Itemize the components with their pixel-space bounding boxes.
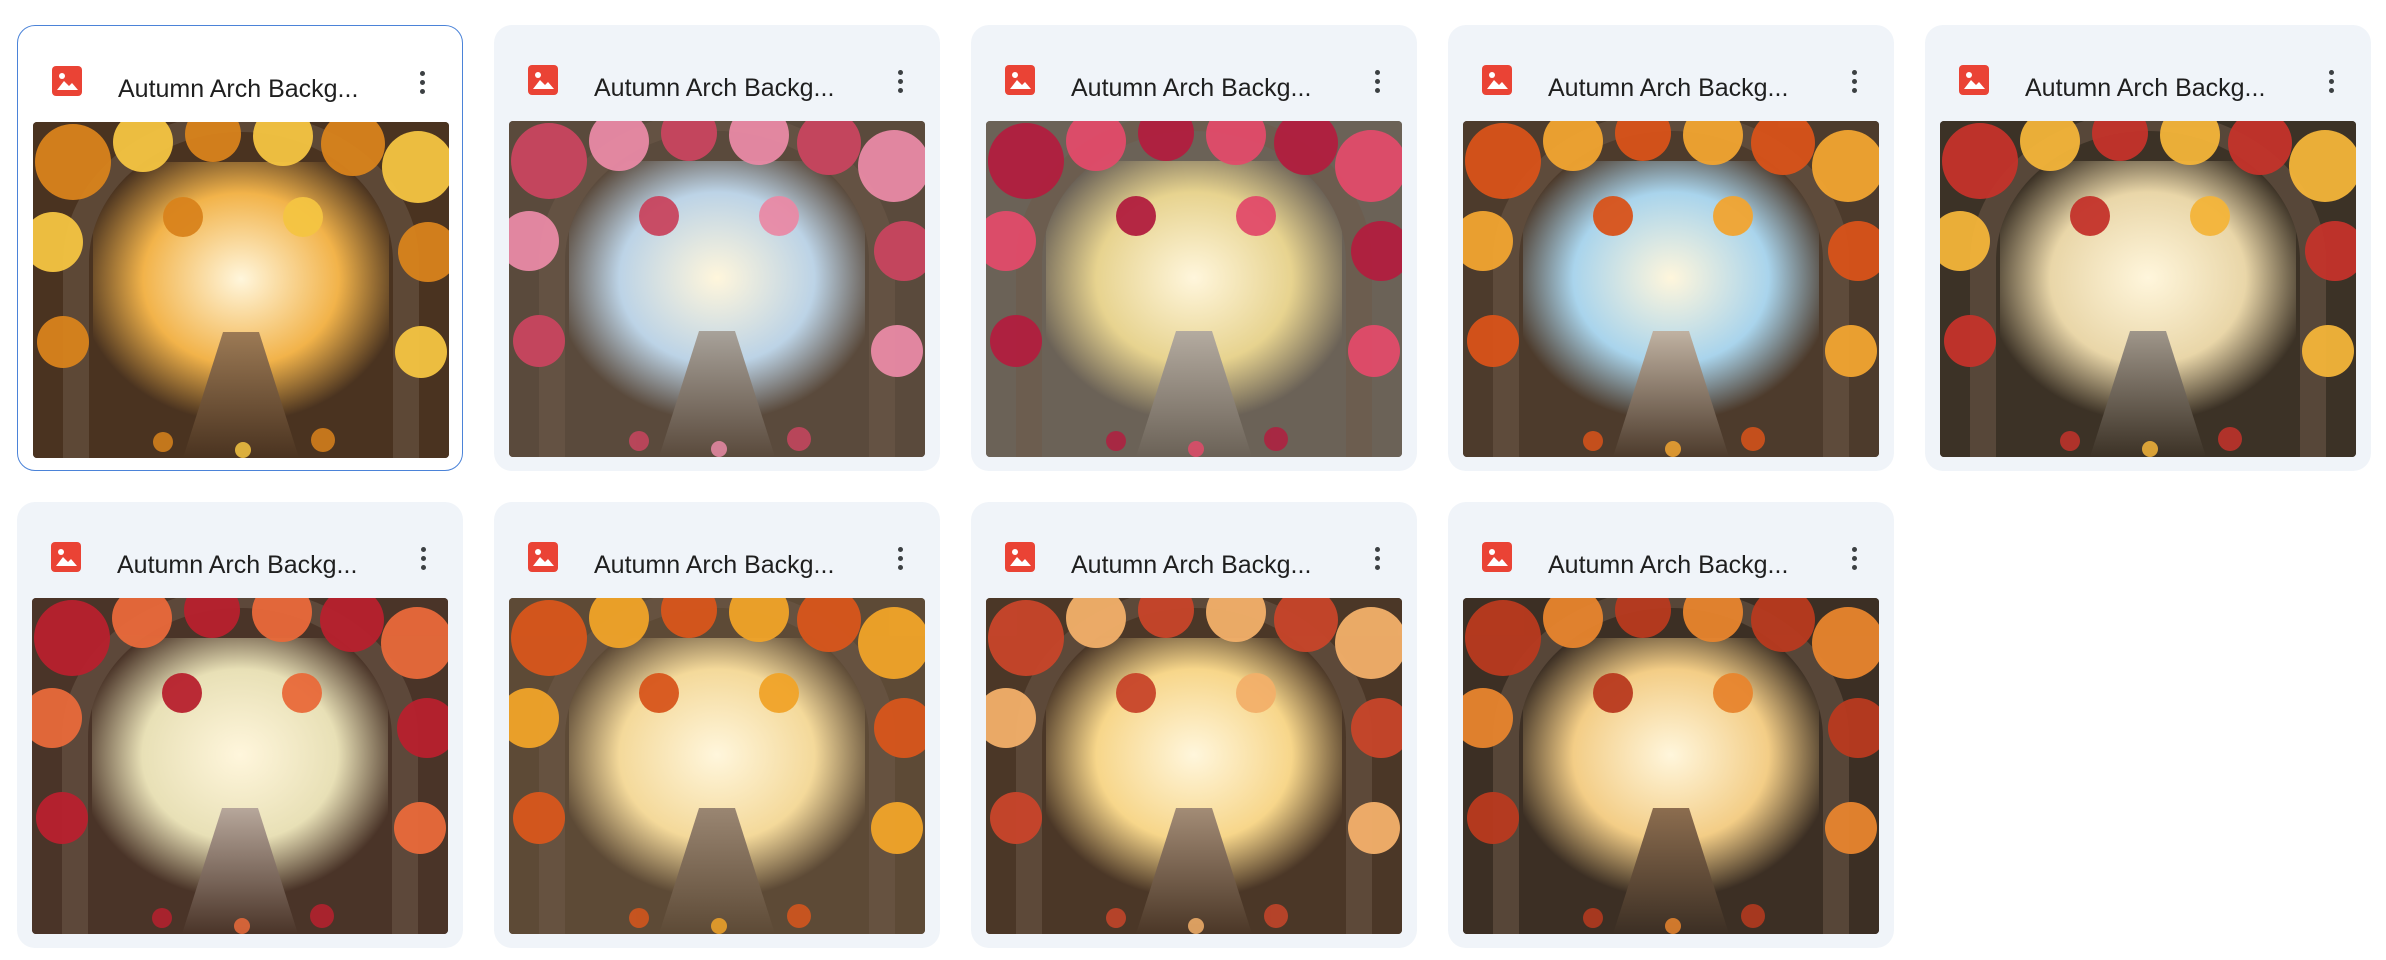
file-thumbnail[interactable]	[1940, 121, 2356, 457]
file-card[interactable]: Autumn Arch Backg...	[1448, 25, 1894, 471]
file-title: Autumn Arch Backg...	[1548, 74, 1789, 102]
thumbnail-image	[32, 598, 448, 934]
file-card[interactable]: Autumn Arch Backg...	[17, 25, 463, 471]
more-vert-icon	[897, 546, 903, 552]
file-card[interactable]: Autumn Arch Backg...	[1925, 25, 2371, 471]
file-card-header: Autumn Arch Backg...	[17, 502, 463, 588]
file-card[interactable]: Autumn Arch Backg...	[17, 502, 463, 948]
image-file-icon	[1482, 542, 1512, 572]
thumbnail-image	[986, 121, 1402, 457]
file-title: Autumn Arch Backg...	[594, 74, 835, 102]
file-thumbnail[interactable]	[33, 122, 449, 458]
more-vert-icon	[420, 546, 426, 552]
thumbnail-image	[509, 598, 925, 934]
file-card-header: Autumn Arch Backg...	[494, 502, 940, 588]
image-file-icon	[52, 66, 82, 96]
thumbnail-image	[1940, 121, 2356, 457]
more-actions-button[interactable]	[2315, 65, 2347, 97]
file-thumbnail[interactable]	[509, 598, 925, 934]
file-title: Autumn Arch Backg...	[118, 75, 359, 103]
file-card[interactable]: Autumn Arch Backg...	[1448, 502, 1894, 948]
file-card[interactable]: Autumn Arch Backg...	[494, 502, 940, 948]
file-thumbnail[interactable]	[1463, 121, 1879, 457]
more-vert-icon	[1374, 546, 1380, 552]
file-card[interactable]: Autumn Arch Backg...	[971, 502, 1417, 948]
more-vert-icon	[419, 70, 425, 76]
file-card[interactable]: Autumn Arch Backg...	[971, 25, 1417, 471]
more-actions-button[interactable]	[1838, 65, 1870, 97]
file-title: Autumn Arch Backg...	[594, 551, 835, 579]
image-file-icon	[51, 542, 81, 572]
more-actions-button[interactable]	[1361, 65, 1393, 97]
image-file-icon	[1005, 65, 1035, 95]
image-file-icon	[1005, 542, 1035, 572]
file-card-header: Autumn Arch Backg...	[1448, 25, 1894, 111]
file-title: Autumn Arch Backg...	[1548, 551, 1789, 579]
more-actions-button[interactable]	[1361, 542, 1393, 574]
file-title: Autumn Arch Backg...	[2025, 74, 2266, 102]
file-card-header: Autumn Arch Backg...	[1448, 502, 1894, 588]
file-title: Autumn Arch Backg...	[117, 551, 358, 579]
thumbnail-image	[509, 121, 925, 457]
more-vert-icon	[897, 69, 903, 75]
image-file-icon	[1482, 65, 1512, 95]
file-card-header: Autumn Arch Backg...	[494, 25, 940, 111]
image-file-icon	[528, 65, 558, 95]
file-thumbnail[interactable]	[986, 598, 1402, 934]
image-file-icon	[1959, 65, 1989, 95]
thumbnail-image	[1463, 121, 1879, 457]
more-actions-button[interactable]	[406, 66, 438, 98]
file-thumbnail[interactable]	[32, 598, 448, 934]
file-card[interactable]: Autumn Arch Backg...	[494, 25, 940, 471]
more-vert-icon	[2328, 69, 2334, 75]
more-vert-icon	[1374, 69, 1380, 75]
file-title: Autumn Arch Backg...	[1071, 551, 1312, 579]
file-thumbnail[interactable]	[986, 121, 1402, 457]
more-actions-button[interactable]	[884, 65, 916, 97]
file-title: Autumn Arch Backg...	[1071, 74, 1312, 102]
more-vert-icon	[1851, 546, 1857, 552]
file-thumbnail[interactable]	[509, 121, 925, 457]
more-actions-button[interactable]	[1838, 542, 1870, 574]
thumbnail-image	[33, 122, 449, 458]
more-actions-button[interactable]	[407, 542, 439, 574]
thumbnail-image	[1463, 598, 1879, 934]
file-card-header: Autumn Arch Backg...	[971, 502, 1417, 588]
file-card-header: Autumn Arch Backg...	[1925, 25, 2371, 111]
file-thumbnail[interactable]	[1463, 598, 1879, 934]
more-actions-button[interactable]	[884, 542, 916, 574]
file-card-header: Autumn Arch Backg...	[18, 26, 462, 112]
file-card-header: Autumn Arch Backg...	[971, 25, 1417, 111]
file-grid: Autumn Arch Backg... Autumn Arch Backg..…	[0, 0, 2386, 960]
image-file-icon	[528, 542, 558, 572]
thumbnail-image	[986, 598, 1402, 934]
more-vert-icon	[1851, 69, 1857, 75]
